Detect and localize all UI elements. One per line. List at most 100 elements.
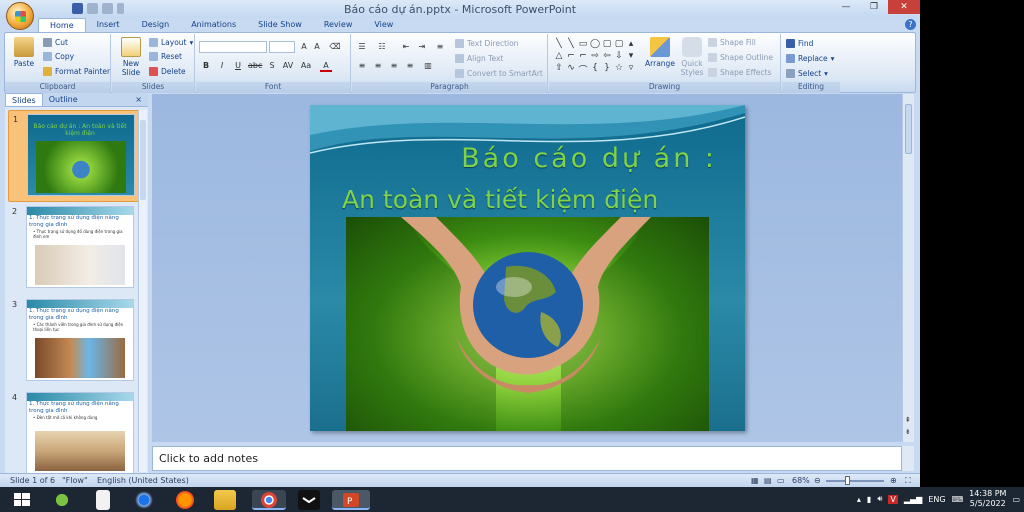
office-button[interactable] <box>6 2 34 30</box>
sorter-view-icon[interactable]: ▤ <box>764 476 772 485</box>
elbow-shape-icon[interactable]: ⌐ <box>565 51 577 63</box>
scroll-up-icon[interactable]: ▴ <box>625 39 637 51</box>
normal-view-icon[interactable]: ▦ <box>751 476 759 485</box>
shape-fill-button[interactable]: Shape Fill <box>708 38 756 47</box>
tab-slides-pane[interactable]: Slides <box>5 93 43 106</box>
firefox-icon[interactable] <box>174 490 196 510</box>
quick-styles-button[interactable]: Quick Styles <box>677 37 707 77</box>
slide-title-line2[interactable]: An toàn và tiết kiệm điện <box>342 185 658 214</box>
file-explorer-icon[interactable] <box>214 490 236 510</box>
italic-icon[interactable]: I <box>216 60 228 72</box>
align-right-icon[interactable]: ≡ <box>388 60 400 72</box>
windows-start-icon[interactable] <box>12 490 34 510</box>
gallery-expand-icon[interactable]: ▿ <box>625 63 637 75</box>
volume-icon[interactable]: 🔊︎ <box>877 494 882 504</box>
chevron-up-icon[interactable]: ▴ <box>857 495 861 504</box>
connector-shape-icon[interactable]: ⌐ <box>577 51 589 63</box>
notes-scrollbar[interactable] <box>902 446 914 471</box>
tab-view[interactable]: View <box>363 18 404 32</box>
slide-title-line1[interactable]: Báo cáo dự án : <box>461 143 717 174</box>
columns-icon[interactable]: ▥ <box>422 60 434 72</box>
rounded-rect-shape-icon[interactable]: ▢ <box>601 39 613 51</box>
more-shapes-icon[interactable]: ▾ <box>625 51 637 63</box>
align-center-icon[interactable]: ≡ <box>372 60 384 72</box>
zoom-slider-knob[interactable] <box>845 476 850 485</box>
paste-button[interactable]: Paste <box>11 37 37 68</box>
brace-left-shape-icon[interactable]: { <box>589 63 601 75</box>
notifications-icon[interactable]: ▭ <box>1012 495 1020 504</box>
capcut-icon[interactable] <box>298 490 320 510</box>
clear-format-icon[interactable]: ⌫ <box>329 41 341 53</box>
app-green-icon[interactable] <box>51 490 73 510</box>
text-direction-button[interactable]: Text Direction <box>455 39 518 48</box>
decrease-indent-icon[interactable]: ⇤ <box>400 41 412 53</box>
rounded-rect2-shape-icon[interactable]: ▢ <box>613 39 625 51</box>
antivirus-icon[interactable]: V <box>888 494 898 504</box>
shape-effects-button[interactable]: Shape Effects <box>708 68 771 77</box>
help-icon[interactable]: ? <box>905 19 916 30</box>
zoom-slider[interactable] <box>826 480 884 482</box>
shapes-gallery[interactable]: ╲ ╲ ▭ ◯ ▢ ▢ ▴ △ ⌐ ⌐ ⇨ ⇦ ⇩ ▾ ⇧ ∿ ⌒{} ☆ ▿ <box>553 39 637 76</box>
strikethrough-icon[interactable]: abc <box>248 60 262 72</box>
tab-insert[interactable]: Insert <box>86 18 131 32</box>
restore-button[interactable]: ❐ <box>860 0 888 14</box>
layout-button[interactable]: Layout ▾ <box>149 38 193 47</box>
notes-pane[interactable]: Click to add notes <box>152 446 902 471</box>
brace-right-shape-icon[interactable]: } <box>601 63 613 75</box>
slide-thumbnail-1[interactable]: 1 Báo cáo dự án : An toàn và tiết kiệm đ… <box>8 110 140 202</box>
redo-icon[interactable] <box>102 3 113 14</box>
numbering-icon[interactable]: ☷ <box>376 41 388 53</box>
oval-shape-icon[interactable]: ◯ <box>589 39 601 51</box>
format-painter-button[interactable]: Format Painter <box>43 67 110 76</box>
reset-button[interactable]: Reset <box>149 52 182 61</box>
slideshow-view-icon[interactable]: ▭ <box>777 476 785 485</box>
file-icon[interactable] <box>96 490 110 510</box>
slide-thumbnail-3[interactable]: 3 1. Thực trạng sử dụng điện năng trong … <box>8 296 140 388</box>
line-shape-icon[interactable]: ╲ <box>553 39 565 51</box>
star-shape-icon[interactable]: ☆ <box>613 63 625 75</box>
delete-button[interactable]: Delete <box>149 67 186 76</box>
network-icon[interactable]: ▂▄▆ <box>904 495 922 504</box>
close-button[interactable]: ✕ <box>888 0 920 14</box>
change-case-icon[interactable]: Aa <box>300 60 312 72</box>
language-status[interactable]: English (United States) <box>97 476 189 485</box>
slide-thumbnail-4[interactable]: 4 1. Thực trạng sử dụng điện năng trong … <box>8 389 140 481</box>
find-button[interactable]: Find <box>786 39 813 48</box>
curve-shape-icon[interactable]: ∿ <box>565 63 577 75</box>
scroll-thumb[interactable] <box>140 120 146 200</box>
close-pane-icon[interactable]: × <box>129 93 148 106</box>
char-spacing-icon[interactable]: AV <box>282 60 294 72</box>
replace-button[interactable]: Replace ▾ <box>786 54 834 63</box>
font-family-select[interactable] <box>199 41 267 53</box>
arrow-right-shape-icon[interactable]: ⇨ <box>589 51 601 63</box>
tab-slide-show[interactable]: Slide Show <box>247 18 313 32</box>
zoom-out-icon[interactable]: ⊖ <box>814 476 821 485</box>
align-left-icon[interactable]: ≡ <box>356 60 368 72</box>
clock[interactable]: 14:38 PM 5/5/2022 <box>969 489 1006 509</box>
undo-icon[interactable] <box>87 3 98 14</box>
slide-scrollbar[interactable]: ⇞ ⇟ <box>902 94 914 442</box>
customize-qat-icon[interactable] <box>117 3 124 14</box>
font-color-icon[interactable]: A <box>320 60 332 72</box>
arrow-left-shape-icon[interactable]: ⇦ <box>601 51 613 63</box>
next-slide-icon[interactable]: ⇟ <box>905 428 911 436</box>
tab-review[interactable]: Review <box>313 18 364 32</box>
grow-font-icon[interactable]: A <box>298 41 310 53</box>
tab-home[interactable]: Home <box>38 18 86 32</box>
font-size-select[interactable] <box>269 41 295 53</box>
rect-shape-icon[interactable]: ▭ <box>577 39 589 51</box>
increase-indent-icon[interactable]: ⇥ <box>416 41 428 53</box>
cut-button[interactable]: Cut <box>43 38 68 47</box>
shadow-icon[interactable]: S <box>266 60 278 72</box>
slide-thumbnail-2[interactable]: 2 1. Thực trạng sử dụng điện năng trong … <box>8 203 140 295</box>
browser-icon[interactable] <box>133 490 155 510</box>
battery-icon[interactable]: ▮ <box>867 495 871 504</box>
line-spacing-icon[interactable]: ≡ <box>434 41 446 53</box>
fit-to-window-icon[interactable]: ⛶ <box>905 476 911 486</box>
powerpoint-taskbar-item[interactable]: P <box>332 490 370 510</box>
convert-smartart-button[interactable]: Convert to SmartArt <box>455 69 543 78</box>
earth-in-hands-image[interactable] <box>346 217 709 431</box>
keyboard-icon[interactable]: ⌨ <box>952 495 964 504</box>
tab-outline-pane[interactable]: Outline <box>43 93 84 106</box>
justify-icon[interactable]: ≡ <box>404 60 416 72</box>
